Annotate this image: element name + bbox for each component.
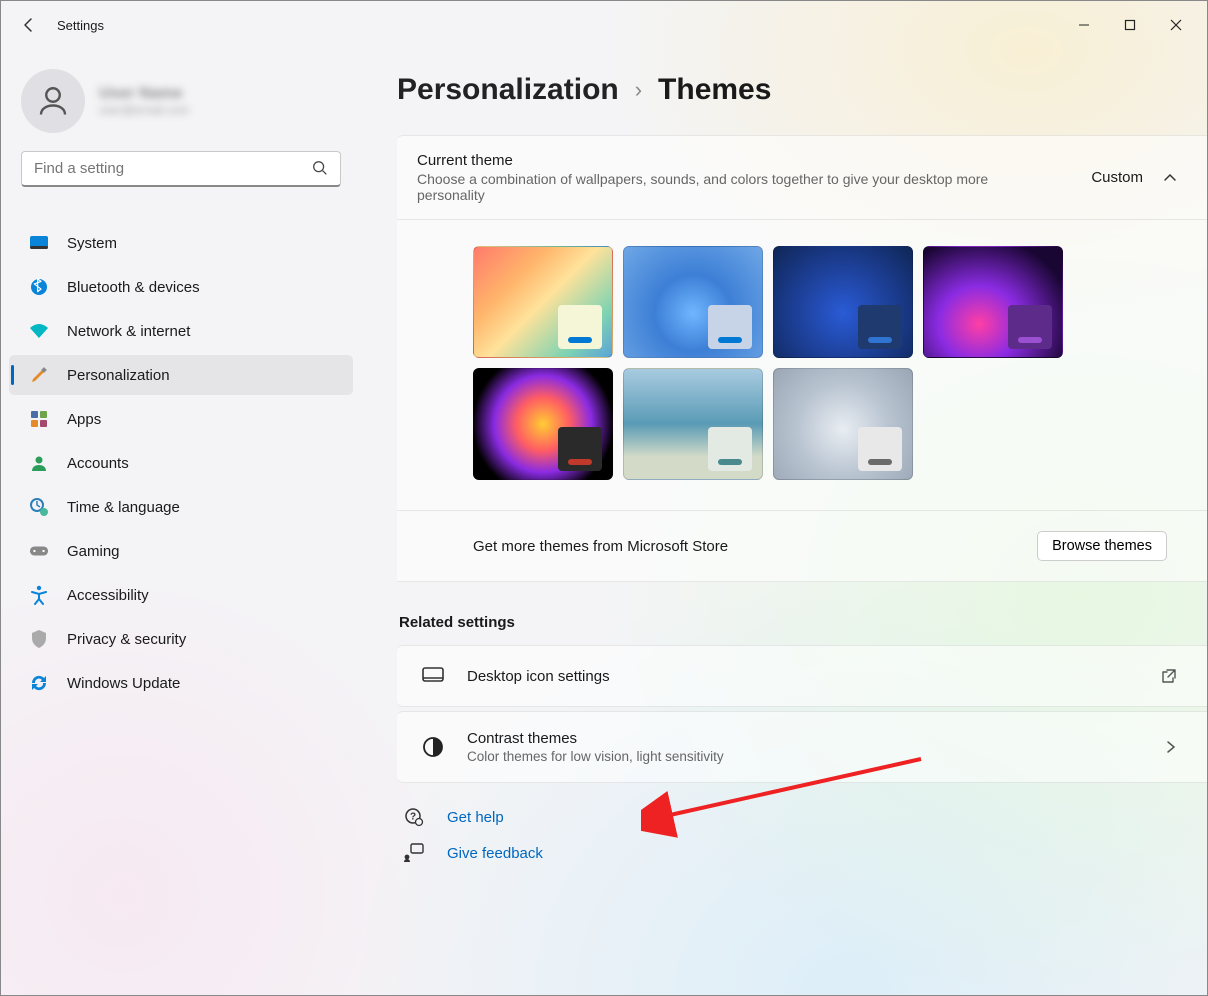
feedback-icon xyxy=(403,843,425,863)
theme-tile[interactable] xyxy=(473,246,613,358)
nav-item-bluetooth[interactable]: Bluetooth & devices xyxy=(9,267,353,307)
chevron-up-icon xyxy=(1163,171,1177,185)
nav-label: Bluetooth & devices xyxy=(67,279,200,296)
nav-label: Accessibility xyxy=(67,587,149,604)
apps-icon xyxy=(29,409,49,429)
arrow-left-icon xyxy=(21,17,37,33)
nav-item-accounts[interactable]: Accounts xyxy=(9,443,353,483)
window-controls xyxy=(1061,9,1199,41)
nav-list: System Bluetooth & devices Network & int… xyxy=(9,223,353,703)
wifi-icon xyxy=(29,321,49,341)
nav-item-gaming[interactable]: Gaming xyxy=(9,531,353,571)
sidebar: User Name user@email.com System Bluetoot… xyxy=(1,49,361,996)
nav-label: Apps xyxy=(67,411,101,428)
current-theme-value: Custom xyxy=(1091,169,1143,186)
nav-item-personalization[interactable]: Personalization xyxy=(9,355,353,395)
give-feedback-link[interactable]: Give feedback xyxy=(403,843,1207,863)
accessibility-icon xyxy=(29,585,49,605)
accounts-icon xyxy=(29,453,49,473)
update-icon xyxy=(29,673,49,693)
get-help-link[interactable]: ? Get help xyxy=(403,807,1207,827)
setting-title: Desktop icon settings xyxy=(467,668,1139,685)
window-minimize-button[interactable] xyxy=(1061,9,1107,41)
page-title: Themes xyxy=(658,73,771,107)
theme-tile[interactable] xyxy=(623,246,763,358)
desktop-icon xyxy=(421,664,445,688)
nav-label: Gaming xyxy=(67,543,120,560)
close-icon xyxy=(1170,19,1182,31)
theme-tile[interactable] xyxy=(623,368,763,480)
breadcrumb-parent[interactable]: Personalization xyxy=(397,73,619,107)
theme-tile[interactable] xyxy=(923,246,1063,358)
app-title: Settings xyxy=(57,18,104,33)
paintbrush-icon xyxy=(29,365,49,385)
chevron-right-icon: › xyxy=(635,77,642,103)
title-bar: Settings xyxy=(1,1,1207,49)
store-label: Get more themes from Microsoft Store xyxy=(473,538,1037,555)
nav-label: Windows Update xyxy=(67,675,180,692)
theme-tile[interactable] xyxy=(773,246,913,358)
setting-desktop-icons[interactable]: Desktop icon settings xyxy=(397,645,1207,707)
user-email: user@email.com xyxy=(99,103,189,117)
content-area: Personalization › Themes Current theme C… xyxy=(361,49,1207,996)
nav-label: System xyxy=(67,235,117,252)
store-row: Get more themes from Microsoft Store Bro… xyxy=(397,510,1207,581)
nav-label: Network & internet xyxy=(67,323,190,340)
nav-label: Personalization xyxy=(67,367,170,384)
contrast-icon xyxy=(421,735,445,759)
setting-contrast-themes[interactable]: Contrast themes Color themes for low vis… xyxy=(397,711,1207,783)
help-links: ? Get help Give feedback xyxy=(397,807,1207,863)
clock-globe-icon xyxy=(29,497,49,517)
window-close-button[interactable] xyxy=(1153,9,1199,41)
theme-tile[interactable] xyxy=(773,368,913,480)
system-icon xyxy=(29,233,49,253)
help-icon: ? xyxy=(403,807,425,827)
current-theme-title: Current theme xyxy=(417,152,1071,169)
breadcrumb: Personalization › Themes xyxy=(397,73,1207,107)
current-theme-card: Current theme Choose a combination of wa… xyxy=(397,135,1207,582)
current-theme-desc: Choose a combination of wallpapers, soun… xyxy=(417,171,1057,203)
current-theme-header[interactable]: Current theme Choose a combination of wa… xyxy=(397,136,1207,219)
minimize-icon xyxy=(1078,19,1090,31)
nav-item-accessibility[interactable]: Accessibility xyxy=(9,575,353,615)
back-button[interactable] xyxy=(9,5,49,45)
theme-grid xyxy=(397,219,1207,510)
help-label: Get help xyxy=(447,809,504,826)
nav-item-privacy[interactable]: Privacy & security xyxy=(9,619,353,659)
nav-label: Accounts xyxy=(67,455,129,472)
related-settings-title: Related settings xyxy=(399,614,1207,631)
avatar xyxy=(21,69,85,133)
user-info: User Name user@email.com xyxy=(99,85,189,117)
browse-themes-button[interactable]: Browse themes xyxy=(1037,531,1167,561)
person-icon xyxy=(35,83,71,119)
setting-desc: Color themes for low vision, light sensi… xyxy=(467,749,1143,764)
feedback-label: Give feedback xyxy=(447,845,543,862)
bluetooth-icon xyxy=(29,277,49,297)
nav-label: Time & language xyxy=(67,499,180,516)
theme-tile[interactable] xyxy=(473,368,613,480)
search-icon xyxy=(311,159,329,177)
user-name: User Name xyxy=(99,85,189,103)
search-input[interactable] xyxy=(21,151,341,187)
user-card[interactable]: User Name user@email.com xyxy=(9,59,353,151)
nav-label: Privacy & security xyxy=(67,631,186,648)
shield-icon xyxy=(29,629,49,649)
nav-item-network[interactable]: Network & internet xyxy=(9,311,353,351)
external-link-icon xyxy=(1161,668,1177,684)
window-maximize-button[interactable] xyxy=(1107,9,1153,41)
nav-item-time-language[interactable]: Time & language xyxy=(9,487,353,527)
maximize-icon xyxy=(1124,19,1136,31)
nav-item-windows-update[interactable]: Windows Update xyxy=(9,663,353,703)
nav-item-system[interactable]: System xyxy=(9,223,353,263)
setting-title: Contrast themes xyxy=(467,730,1143,747)
nav-item-apps[interactable]: Apps xyxy=(9,399,353,439)
chevron-right-icon xyxy=(1165,740,1177,754)
gaming-icon xyxy=(29,541,49,561)
